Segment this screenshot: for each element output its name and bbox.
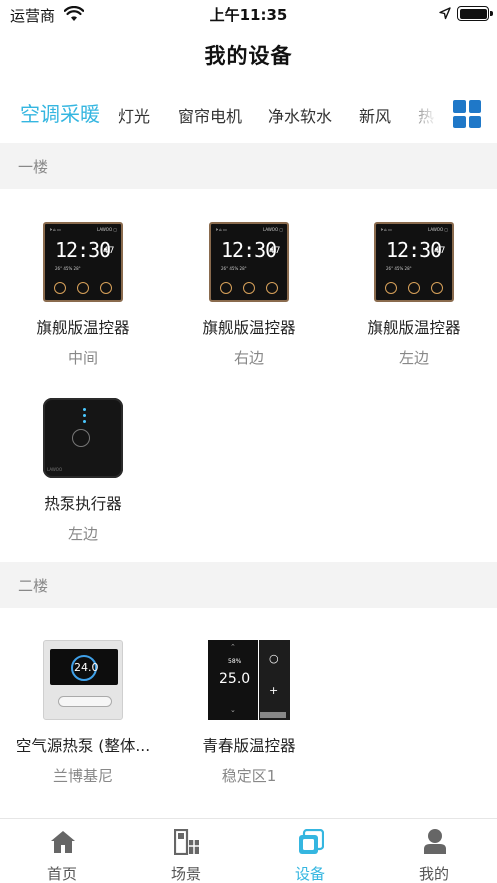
tab-lighting[interactable]: 灯光 [118, 103, 150, 127]
device-card[interactable]: 24.0 空气源热泵 (整体... 兰博基尼 [8, 640, 158, 786]
section-header-floor-1: 一楼 [0, 143, 497, 189]
nav-devices[interactable]: 设备 [248, 819, 372, 883]
youth-thermostat-image: ⌃ 58% 25.0 ⌄ ○ + [208, 640, 290, 720]
device-card[interactable]: ⏵ ⌂ ▭ LAWOO ▢ 12:30 47 26° 45% 28° 旗舰版温控器… [339, 222, 489, 368]
device-card[interactable]: ⏵ ⌂ ▭ LAWOO ▢ 12:30 47 26° 45% 28° 旗舰版温控器… [8, 222, 158, 368]
battery-icon [457, 6, 493, 21]
tab-curtain-motor[interactable]: 窗帘电机 [178, 103, 242, 127]
device-location: 左边 [67, 525, 98, 543]
clock: 上午11:35 [209, 6, 288, 24]
device-card[interactable]: LAWOO 热泵执行器 左边 [8, 398, 158, 544]
device-icon [299, 829, 324, 854]
section-title: 二楼 [18, 577, 49, 595]
section-header-floor-2: 二楼 [0, 562, 497, 608]
tabs-fade [398, 95, 448, 131]
device-card[interactable]: ⏵ ⌂ ▭ LAWOO ▢ 12:30 47 26° 45% 28° 旗舰版温控器… [174, 222, 324, 368]
device-name: 青春版温控器 [202, 737, 296, 755]
device-name: 旗舰版温控器 [367, 319, 461, 337]
location-arrow-icon [439, 7, 451, 20]
flagship-thermostat-image: ⏵ ⌂ ▭ LAWOO ▢ 12:30 47 26° 45% 28° [209, 222, 289, 302]
nav-profile[interactable]: 我的 [372, 819, 496, 883]
device-name: 旗舰版温控器 [202, 319, 296, 337]
flagship-thermostat-image: ⏵ ⌂ ▭ LAWOO ▢ 12:30 47 26° 45% 28° [374, 222, 454, 302]
home-icon [51, 831, 75, 853]
nav-home[interactable]: 首页 [0, 819, 124, 883]
device-name: 热泵执行器 [44, 495, 122, 513]
device-location: 左边 [398, 349, 429, 367]
air-source-heat-pump-image: 24.0 [43, 640, 123, 720]
section-title: 一楼 [18, 158, 49, 176]
device-name: 空气源热泵 (整体... [15, 737, 151, 755]
grid-view-icon[interactable] [453, 100, 481, 128]
device-location: 兰博基尼 [52, 767, 113, 785]
page-title: 我的设备 [204, 44, 293, 68]
tab-hvac[interactable]: 空调采暖 [20, 98, 100, 127]
category-tabs: 空调采暖 灯光 窗帘电机 净水软水 新风 热 [0, 95, 497, 131]
device-location: 稳定区1 [221, 767, 277, 785]
device-location: 右边 [233, 349, 264, 367]
device-location: 中间 [67, 349, 98, 367]
profile-icon [424, 829, 446, 854]
bottom-tab-bar: 首页 场景 设备 我的 [0, 818, 497, 883]
flagship-thermostat-image: ⏵ ⌂ ▭ LAWOO ▢ 12:30 47 26° 45% 28° [43, 222, 123, 302]
device-name: 旗舰版温控器 [36, 319, 130, 337]
heat-pump-actuator-image: LAWOO [43, 398, 123, 478]
status-bar: 运营商 上午11:35 [0, 0, 497, 28]
nav-scenes[interactable]: 场景 [124, 819, 248, 883]
scene-icon [174, 829, 199, 855]
tab-water-softener[interactable]: 净水软水 [268, 103, 332, 127]
tab-fresh-air[interactable]: 新风 [359, 103, 391, 127]
device-card[interactable]: ⌃ 58% 25.0 ⌄ ○ + 青春版温控器 稳定区1 [174, 640, 324, 786]
